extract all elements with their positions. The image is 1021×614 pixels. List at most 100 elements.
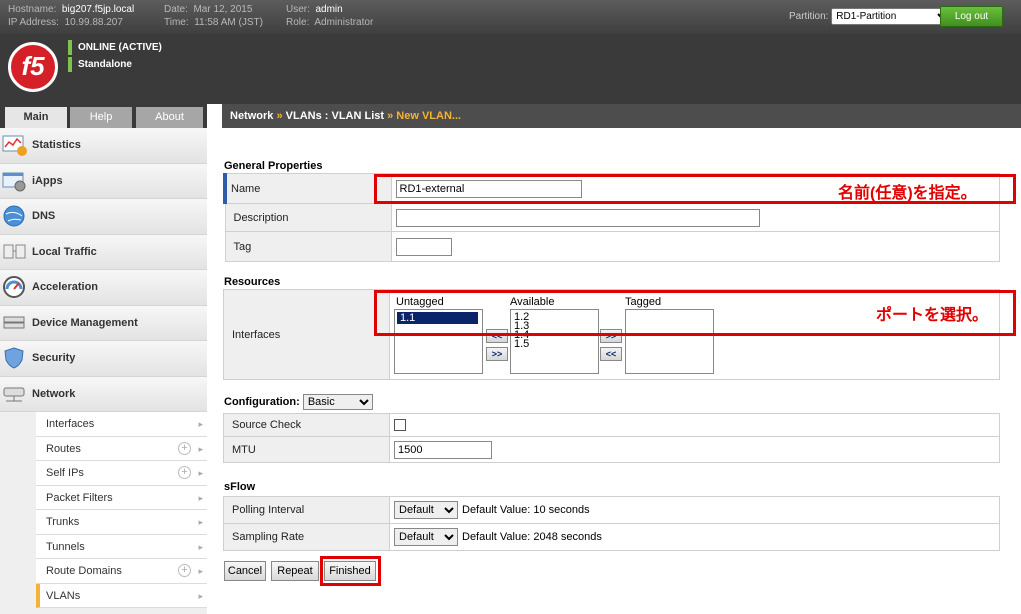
configuration-heading: Configuration: Basic [224,394,373,410]
sidebar-subitem-interfaces[interactable]: Interfaces ▸ [36,412,207,437]
sampling-rate-label: Sampling Rate [223,523,390,551]
tag-field[interactable] [395,237,452,256]
configuration-mode-dropdown[interactable]: Basic [302,394,373,410]
header-banner: f5 ONLINE (ACTIVE) Standalone [0,34,1021,104]
add-icon[interactable]: + [178,466,191,479]
add-icon[interactable]: + [178,441,191,455]
tag-label: Tag [224,231,392,262]
source-check-checkbox[interactable] [394,419,406,432]
sidebar-subitem-trunks[interactable]: Trunks ▸ [36,510,207,535]
sidebar-subitem-packet-filters[interactable]: Packet Filters ▸ [36,485,207,510]
mtu-label: MTU [223,436,390,463]
sidebar-item-statistics[interactable]: Statistics [0,128,207,164]
chevron-right-icon: ▸ [198,517,203,527]
breadcrumb-separator: » [273,110,286,122]
sidebar-label: Local Traffic [32,245,97,258]
description-label: Description [224,203,392,232]
hostname-label: Hostname: [8,4,57,15]
move-from-tagged-button[interactable]: << [600,346,622,361]
configuration-table: Source Check MTU [223,413,1000,463]
tab-main[interactable]: Main [5,107,67,128]
sidebar-label: iApps [32,174,63,187]
sidebar-item-iapps[interactable]: iApps [0,163,207,199]
chevron-right-icon: ▸ [198,566,203,576]
polling-interval-label: Polling Interval [223,496,390,524]
add-icon[interactable]: + [178,564,191,577]
sidebar-subitem-route-domains[interactable]: Route Domains + ▸ [36,559,207,584]
date-label: Date: [164,4,188,15]
status-online: ONLINE (ACTIVE) [68,40,162,55]
cancel-button[interactable]: Cancel [224,561,266,581]
list-item[interactable]: 1.5 [511,338,598,349]
port-callout-text: ポートを選択。 [876,307,989,324]
breadcrumb-network[interactable]: Network [230,110,273,122]
name-label: Name [223,173,392,204]
sidebar-subitem-label: Self IPs [46,467,84,479]
description-field[interactable] [395,208,760,227]
tab-about[interactable]: About [136,107,203,128]
chevron-right-icon: ▸ [198,419,203,429]
status-standalone: Standalone [68,57,162,72]
breadcrumb: Network » VLANs : VLAN List » New VLAN..… [222,104,1021,128]
sidebar-subitem-label: Routes [46,442,81,455]
configuration-label: Configuration: [224,396,300,408]
time-label: Time: [164,17,189,28]
partition-label: Partition: [789,11,829,22]
breadcrumb-separator: » [384,110,397,122]
sidebar-subitem-label: Interfaces [46,418,95,430]
user-value: admin [315,4,343,15]
name-callout-text: 名前(任意)を指定。 [838,185,977,202]
sidebar-subitem-self-ips[interactable]: Self IPs + ▸ [36,461,207,486]
chevron-right-icon: ▸ [198,541,203,552]
sidebar-label: Security [32,352,76,364]
move-from-untagged-button[interactable]: >> [486,346,508,361]
sidebar-label: Statistics [32,139,81,151]
sidebar-item-security[interactable]: Security [0,341,207,377]
sidebar-subitem-label: Route Domains [46,565,122,577]
sampling-rate-dropdown[interactable]: Default [394,528,458,546]
iapps-icon [2,172,26,191]
user-info: User: admin Role: Administrator [286,3,373,29]
sidebar-subitem-label: Packet Filters [46,491,113,504]
role-label: Role: [286,17,310,28]
sidebar-subitem-tunnels[interactable]: Tunnels ▸ [36,534,207,559]
statistics-icon [2,135,27,156]
logout-button[interactable]: Log out [940,6,1003,27]
ip-label: IP Address: [8,17,59,28]
breadcrumb-vlan-list[interactable]: VLANs : VLAN List [286,110,384,122]
polling-interval-dropdown[interactable]: Default [394,501,458,519]
sidebar-item-dns[interactable]: DNS [0,199,207,235]
sidebar-item-local-traffic[interactable]: Local Traffic [0,234,207,270]
sidebar-subitem-label: VLANs [46,589,81,602]
hostname-value: big207.f5jp.local [61,4,135,15]
device-status: ONLINE (ACTIVE) Standalone [68,40,162,74]
interfaces-label: Interfaces [223,289,390,380]
sidebar-item-network[interactable]: Network [0,376,207,412]
sidebar-subitem-label: Trunks [46,516,80,528]
sflow-table: Polling Interval Default Default Value: 1… [223,496,1000,551]
sidebar-subitem-vlans[interactable]: VLANs ▸ [36,583,207,608]
sampling-default-text: Default Value: 2048 seconds [462,531,602,543]
dns-icon [3,205,25,227]
nav-tabs: Main Help About [0,104,207,128]
sidebar-label: Network [32,387,76,400]
repeat-button[interactable]: Repeat [271,561,319,581]
sidebar-subitem-routes[interactable]: Routes + ▸ [36,436,207,461]
partition-selector: Partition: RD1-Partition [789,8,952,25]
sidebar-item-device-management[interactable]: Device Management [0,305,207,341]
user-label: User: [286,4,310,15]
partition-dropdown[interactable]: RD1-Partition [831,8,952,25]
main-content: General Properties Name Description Tag … [222,128,1021,614]
date-value: Mar 12, 2015 [193,4,253,15]
mtu-field[interactable] [394,440,492,459]
sidebar: Statistics iApps DNS Local Traffic Accel… [0,128,207,614]
tab-help[interactable]: Help [70,107,132,128]
finished-callout-box [320,556,381,586]
shield-icon [4,347,24,369]
top-status-bar: Hostname: big207.f5jp.local IP Address: … [0,0,1021,34]
resources-heading: Resources [224,276,281,288]
time-value: 11:58 AM (JST) [194,17,263,28]
sidebar-item-acceleration[interactable]: Acceleration [0,270,207,306]
sidebar-label: Acceleration [32,281,99,293]
sidebar-subitem-label: Tunnels [46,540,85,553]
